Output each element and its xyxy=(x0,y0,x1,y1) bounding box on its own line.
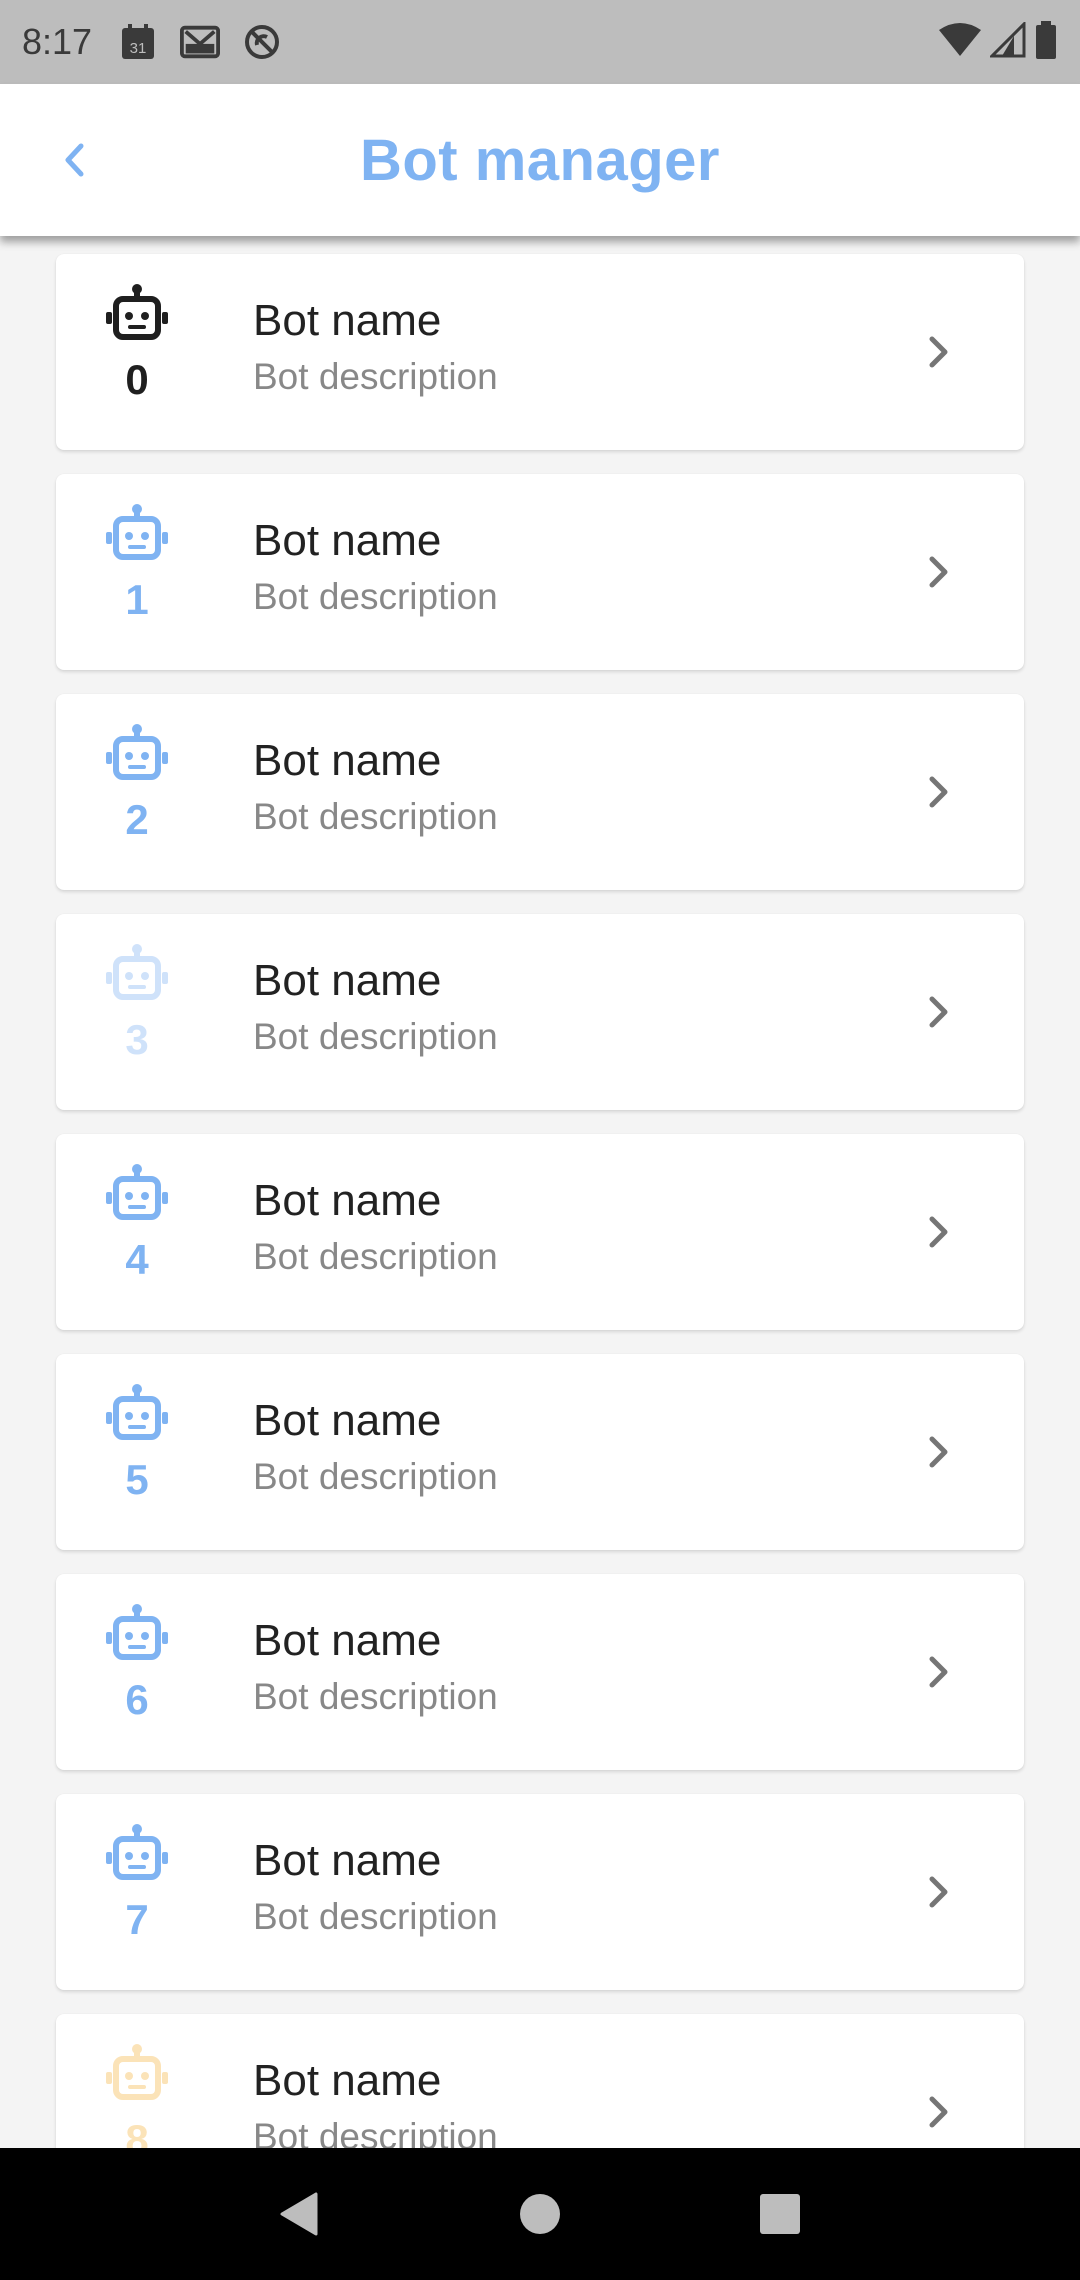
chevron-right-icon xyxy=(908,762,968,822)
status-bar: 8:17 31 xyxy=(0,0,1080,84)
chevron-right-icon xyxy=(908,1862,968,1922)
system-nav-bar xyxy=(0,2148,1080,2280)
robot-icon xyxy=(106,284,168,340)
bot-index: 1 xyxy=(125,576,149,623)
bot-name: Bot name xyxy=(253,516,442,565)
status-time: 8:17 xyxy=(22,21,93,62)
bot-name: Bot name xyxy=(253,2056,442,2105)
battery-icon xyxy=(1034,20,1058,65)
bot-index: 8 xyxy=(125,2116,149,2148)
bot-list-item[interactable]: 0 Bot name Bot description xyxy=(56,254,1024,450)
bot-list-item[interactable]: 8 Bot name Bot description xyxy=(56,2014,1024,2148)
chevron-right-icon xyxy=(908,542,968,602)
bot-avatar: 1 xyxy=(94,502,180,642)
do-not-disturb-icon xyxy=(242,22,282,62)
chevron-right-icon xyxy=(908,1202,968,1262)
bot-avatar: 2 xyxy=(94,722,180,862)
bot-avatar: 0 xyxy=(94,282,180,422)
bot-list-item[interactable]: 7 Bot name Bot description xyxy=(56,1794,1024,1990)
robot-icon xyxy=(106,504,168,560)
bot-avatar: 4 xyxy=(94,1162,180,1302)
bot-index: 7 xyxy=(125,1896,149,1943)
recents-square-icon xyxy=(760,2194,800,2234)
status-right-icons xyxy=(938,19,1058,65)
bot-description: Bot description xyxy=(253,576,498,617)
back-button[interactable] xyxy=(44,128,108,192)
robot-icon xyxy=(106,1384,168,1440)
bot-avatar: 7 xyxy=(94,1822,180,1962)
bot-index: 4 xyxy=(125,1236,149,1283)
bot-description: Bot description xyxy=(253,796,498,837)
robot-icon xyxy=(106,724,168,780)
home-circle-icon xyxy=(520,2194,560,2234)
app-bar: Bot manager xyxy=(0,84,1080,236)
chevron-right-icon xyxy=(908,2082,968,2142)
bot-name: Bot name xyxy=(253,1616,442,1665)
robot-icon xyxy=(106,2044,168,2100)
bot-name: Bot name xyxy=(253,956,442,1005)
bot-index: 3 xyxy=(125,1016,149,1063)
bot-description: Bot description xyxy=(253,356,498,397)
bot-list-item[interactable]: 1 Bot name Bot description xyxy=(56,474,1024,670)
signal-icon xyxy=(988,19,1026,63)
bot-index: 5 xyxy=(125,1456,149,1503)
bot-description: Bot description xyxy=(253,1016,498,1057)
nav-recents-button[interactable] xyxy=(740,2174,820,2254)
bot-list-item[interactable]: 5 Bot name Bot description xyxy=(56,1354,1024,1550)
bot-name: Bot name xyxy=(253,1176,442,1225)
chevron-right-icon xyxy=(908,1642,968,1702)
bot-description: Bot description xyxy=(253,1236,498,1277)
calendar-day: 31 xyxy=(130,40,147,57)
back-triangle-icon xyxy=(280,2192,318,2236)
bot-list-viewport[interactable]: 0 Bot name Bot description 1 Bot name Bot des… xyxy=(0,236,1080,2148)
chevron-left-icon xyxy=(65,143,84,177)
robot-icon xyxy=(106,944,168,1000)
bot-index: 6 xyxy=(125,1676,149,1723)
bot-list-item[interactable]: 6 Bot name Bot description xyxy=(56,1574,1024,1770)
bot-description: Bot description xyxy=(253,1896,498,1937)
chevron-right-icon xyxy=(908,982,968,1042)
chevron-right-icon xyxy=(908,322,968,382)
bot-avatar: 6 xyxy=(94,1602,180,1742)
bot-name: Bot name xyxy=(253,1396,442,1445)
bot-name: Bot name xyxy=(253,736,442,785)
gmail-icon xyxy=(180,22,221,62)
chevron-right-icon xyxy=(908,1422,968,1482)
bot-avatar: 3 xyxy=(94,942,180,1082)
bot-description: Bot description xyxy=(253,1456,498,1497)
bot-description: Bot description xyxy=(253,2116,498,2148)
nav-back-button[interactable] xyxy=(260,2174,340,2254)
bot-name: Bot name xyxy=(253,296,442,345)
robot-icon xyxy=(106,1164,168,1220)
bot-list-item[interactable]: 3 Bot name Bot description xyxy=(56,914,1024,1110)
bot-description: Bot description xyxy=(253,1676,498,1717)
robot-icon xyxy=(106,1824,168,1880)
bot-list-item[interactable]: 2 Bot name Bot description xyxy=(56,694,1024,890)
page-title: Bot manager xyxy=(359,127,720,193)
calendar-icon: 31 xyxy=(118,22,158,62)
bot-avatar: 8 xyxy=(94,2042,180,2148)
nav-home-button[interactable] xyxy=(500,2174,580,2254)
bot-avatar: 5 xyxy=(94,1382,180,1522)
bot-list-item[interactable]: 4 Bot name Bot description xyxy=(56,1134,1024,1330)
robot-icon xyxy=(106,1604,168,1660)
wifi-icon xyxy=(938,22,982,63)
bot-index: 0 xyxy=(125,356,149,403)
bot-index: 2 xyxy=(125,796,149,843)
bot-name: Bot name xyxy=(253,1836,442,1885)
